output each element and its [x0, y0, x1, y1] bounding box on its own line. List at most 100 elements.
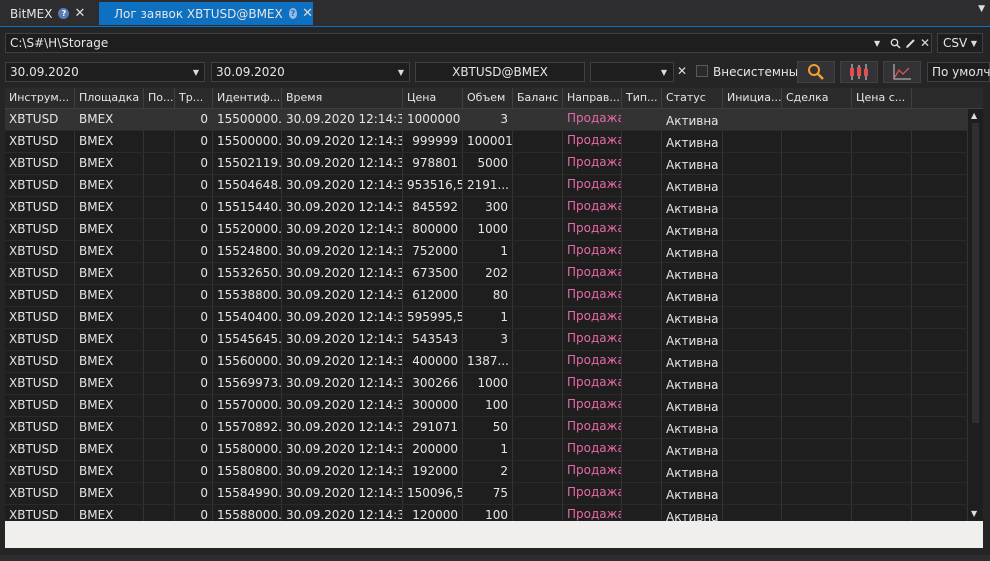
table-cell: [912, 197, 968, 218]
table-cell: [513, 461, 563, 482]
table-cell: [513, 109, 563, 130]
column-header[interactable]: Время: [282, 88, 403, 108]
table-cell: 15524800...: [213, 241, 282, 262]
search-icon[interactable]: [890, 38, 901, 49]
security-picker-button[interactable]: XBTUSD@BMEX: [415, 62, 585, 82]
table-cell: [513, 395, 563, 416]
table-row[interactable]: XBTUSDBMEX 015520000...30.09.2020 12:14:3…: [5, 219, 968, 241]
non-system-checkbox[interactable]: [696, 65, 708, 77]
table-cell: 15580000...: [213, 439, 282, 460]
table-cell: BMEX: [75, 351, 144, 372]
table-cell: Продажа: [563, 263, 622, 284]
table-cell: [723, 329, 782, 350]
scroll-down-icon[interactable]: ▼: [971, 509, 977, 518]
order-log-grid[interactable]: Инструм... Площадка По... Тр... Идентиф... Вр…: [5, 88, 983, 521]
table-cell: 15588000...: [213, 505, 282, 521]
table-row[interactable]: XBTUSDBMEX 015560000...30.09.2020 12:14:3…: [5, 351, 968, 373]
table-row[interactable]: XBTUSDBMEX 015569973...30.09.2020 12:14:3…: [5, 373, 968, 395]
help-icon[interactable]: ?: [58, 8, 70, 19]
table-row[interactable]: XBTUSDBMEX 015570000...30.09.2020 12:14:3…: [5, 395, 968, 417]
sort-mode-select[interactable]: По умолч: [927, 62, 990, 82]
table-row[interactable]: XBTUSDBMEX 015580000...30.09.2020 12:14:3…: [5, 439, 968, 461]
table-cell: [144, 175, 175, 196]
tab-order-log[interactable]: Лог заявок XBTUSD@BMEX ? ✕: [99, 2, 313, 25]
table-row[interactable]: XBTUSDBMEX 015502119...30.09.2020 12:14:3…: [5, 153, 968, 175]
table-row[interactable]: XBTUSDBMEX 015515440...30.09.2020 12:14:3…: [5, 197, 968, 219]
table-cell: XBTUSD: [5, 439, 75, 460]
table-cell: [852, 329, 912, 350]
column-header[interactable]: По...: [144, 88, 175, 108]
table-cell: Продажа: [563, 285, 622, 306]
table-cell: [144, 373, 175, 394]
date-from-picker[interactable]: 30.09.2020 ▼: [5, 62, 205, 82]
chart-button[interactable]: [883, 61, 921, 83]
table-cell: BMEX: [75, 263, 144, 284]
table-cell: [723, 505, 782, 521]
column-header[interactable]: Тип...: [622, 88, 662, 108]
close-icon[interactable]: ✕: [74, 6, 85, 21]
table-cell: 15570000...: [213, 395, 282, 416]
table-row[interactable]: XBTUSDBMEX 015584990...30.09.2020 12:14:3…: [5, 483, 968, 505]
table-cell: [513, 131, 563, 152]
table-cell: [622, 373, 662, 394]
chevron-down-icon[interactable]: ▼: [978, 4, 985, 14]
storage-path-combobox[interactable]: C:\S#\H\Storage ▼ ✕: [5, 33, 932, 53]
column-header[interactable]: Цена с...: [852, 88, 912, 108]
column-header[interactable]: Сделка: [782, 88, 852, 108]
table-cell: 1: [463, 439, 513, 460]
table-cell: [144, 263, 175, 284]
table-cell: Продажа: [563, 131, 622, 152]
date-to-picker[interactable]: 30.09.2020 ▼: [211, 62, 410, 82]
scroll-thumb[interactable]: [972, 123, 979, 423]
table-cell: 1000000: [403, 109, 463, 130]
table-cell: Продажа: [563, 351, 622, 372]
table-row[interactable]: XBTUSDBMEX 015545645...30.09.2020 12:14:3…: [5, 329, 968, 351]
table-cell: [852, 263, 912, 284]
table-row[interactable]: XBTUSDBMEX 015532650...30.09.2020 12:14:3…: [5, 263, 968, 285]
table-row[interactable]: XBTUSDBMEX 015524800...30.09.2020 12:14:3…: [5, 241, 968, 263]
column-header[interactable]: Направ...: [563, 88, 622, 108]
column-header[interactable]: Идентиф...: [213, 88, 282, 108]
table-cell: 30.09.2020 12:14:35: [282, 153, 403, 174]
chevron-down-icon[interactable]: ▼: [874, 39, 880, 48]
close-icon[interactable]: ✕: [677, 64, 687, 78]
table-cell: [723, 263, 782, 284]
table-row[interactable]: XBTUSDBMEX 015500000...30.09.2020 12:14:3…: [5, 109, 968, 131]
table-row[interactable]: XBTUSDBMEX 015500000...30.09.2020 12:14:3…: [5, 131, 968, 153]
find-button[interactable]: [797, 61, 835, 83]
column-header[interactable]: Объем: [463, 88, 513, 108]
table-cell: 30.09.2020 12:14:35: [282, 175, 403, 196]
table-cell: [622, 417, 662, 438]
tab-bitmex[interactable]: BitMEX ? ✕: [0, 2, 98, 25]
table-row[interactable]: XBTUSDBMEX 015570892...30.09.2020 12:14:3…: [5, 417, 968, 439]
close-icon[interactable]: ✕: [920, 36, 930, 50]
close-icon[interactable]: ✕: [302, 6, 313, 21]
vertical-scrollbar[interactable]: ▲ ▼: [968, 109, 983, 521]
table-row[interactable]: XBTUSDBMEX 015580800...30.09.2020 12:14:3…: [5, 461, 968, 483]
table-cell: 100001: [463, 131, 513, 152]
column-header[interactable]: Цена: [403, 88, 463, 108]
table-cell: [852, 109, 912, 130]
table-row[interactable]: XBTUSDBMEX 015504648...30.09.2020 12:14:3…: [5, 175, 968, 197]
column-header[interactable]: Площадка: [75, 88, 144, 108]
table-cell: [622, 175, 662, 196]
table-cell: BMEX: [75, 285, 144, 306]
table-row[interactable]: XBTUSDBMEX 015540400...30.09.2020 12:14:3…: [5, 307, 968, 329]
candles-button[interactable]: [840, 61, 878, 83]
filter-combobox[interactable]: ▼: [590, 62, 674, 82]
help-icon[interactable]: ?: [288, 8, 298, 19]
table-cell: [723, 395, 782, 416]
column-header[interactable]: Тр...: [175, 88, 213, 108]
column-header[interactable]: Инициа...: [723, 88, 782, 108]
column-header[interactable]: Баланс: [513, 88, 563, 108]
scroll-up-icon[interactable]: ▲: [971, 111, 977, 120]
pencil-icon[interactable]: [905, 38, 916, 49]
export-format-select[interactable]: CSV ▼: [937, 33, 983, 53]
column-header[interactable]: Инструм...: [5, 88, 75, 108]
table-cell: [723, 197, 782, 218]
table-cell: 15504648...: [213, 175, 282, 196]
table-cell: [144, 461, 175, 482]
column-header[interactable]: Статус: [662, 88, 723, 108]
table-row[interactable]: XBTUSDBMEX 015588000...30.09.2020 12:14:3…: [5, 505, 968, 521]
table-row[interactable]: XBTUSDBMEX 015538800...30.09.2020 12:14:3…: [5, 285, 968, 307]
